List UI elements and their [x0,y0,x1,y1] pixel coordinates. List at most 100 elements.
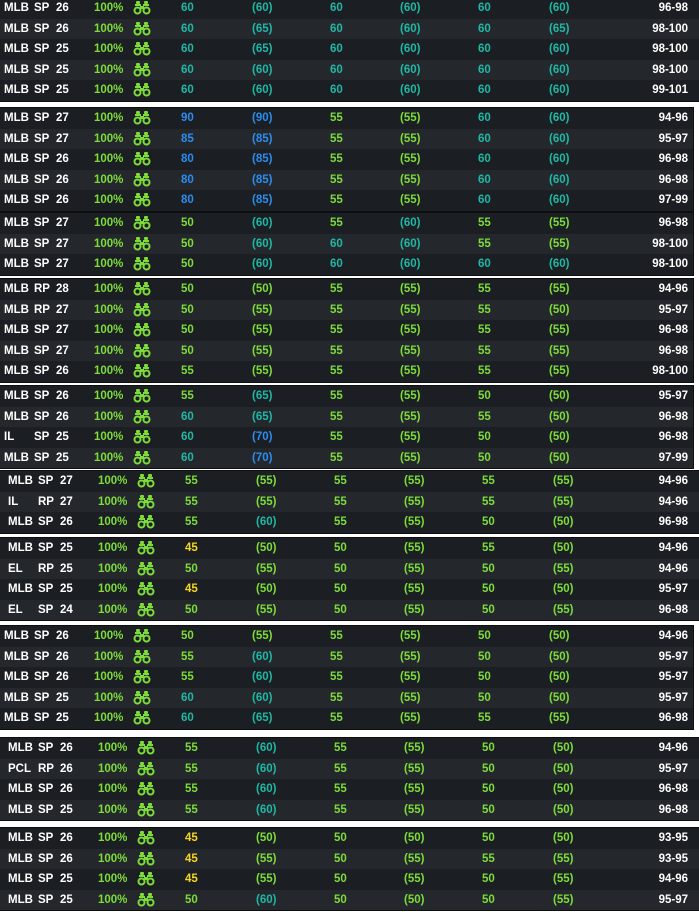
player-row[interactable]: MLB SP 25 100% 60 (70) 55 (55) 50 (50) 97-99 [0,447,693,468]
player-row[interactable]: MLB SP 26 100% 55 (60) 55 (55) 50 (50) 95-97 [0,646,693,667]
binoculars-icon[interactable] [133,131,151,146]
binoculars-icon[interactable] [133,690,151,705]
binoculars-icon[interactable] [133,430,151,444]
player-row[interactable]: MLB SP 25 100% 45 (50) 50 (55) 50 (50) 95-97 [0,579,699,600]
player-row[interactable]: MLB SP 26 100% 50 (55) 55 (55) 50 (50) 94-96 [0,626,693,647]
position-label: SP [34,410,50,423]
binoculars-icon[interactable] [133,282,151,296]
player-row[interactable]: MLB SP 27 100% 50 (55) 55 (55) 55 (55) 96-98 [0,320,693,341]
binoculars-icon[interactable] [137,892,155,907]
player-row[interactable]: PCL RP 26 100% 55 (60) 55 (55) 50 (50) 95-97 [0,758,699,779]
pitch-1-current: 55 [181,671,194,683]
player-row[interactable]: MLB SP 27 100% 50 (60) 60 (60) 55 (55) 98-100 [0,233,693,254]
pitch-1-current: 50 [185,562,198,575]
binoculars-icon[interactable] [137,761,155,776]
position-label: SP [34,691,50,704]
binoculars-icon[interactable] [137,541,155,555]
binoculars-icon[interactable] [133,364,151,378]
scout-accuracy: 100% [94,153,124,165]
player-row[interactable]: MLB SP 27 100% 50 (60) 60 (60) 60 (60) 98-100 [0,254,693,275]
binoculars-icon[interactable] [133,343,151,358]
player-row[interactable]: MLB SP 26 100% 45 (55) 50 (55) 55 (55) 93-95 [0,848,699,869]
binoculars-icon[interactable] [133,62,151,77]
player-row[interactable]: IL SP 25 100% 60 (70) 55 (55) 50 (50) 96-98 [0,427,693,448]
level-label: MLB [4,2,29,14]
pitch-2-future: (60) [400,2,421,14]
level-label: MLB [4,671,29,683]
player-row[interactable]: MLB SP 26 100% 55 (60) 55 (55) 50 (50) 94-96 [0,738,699,759]
binoculars-icon[interactable] [133,409,151,424]
pitch-3-future: (50) [549,650,570,663]
player-row[interactable]: MLB SP 26 100% 60 (65) 60 (60) 60 (65) 98-100 [0,18,699,39]
player-row[interactable]: MLB SP 25 100% 55 (60) 55 (55) 50 (50) 96-98 [0,799,699,820]
player-row[interactable]: MLB SP 25 100% 60 (65) 60 (60) 60 (60) 98-100 [0,39,699,60]
position-label: SP [38,742,54,754]
age-value: 26 [60,832,73,844]
player-row[interactable]: MLB SP 26 100% 80 (85) 55 (55) 60 (60) 96-98 [0,149,693,170]
player-row[interactable]: MLB SP 27 100% 90 (90) 55 (55) 60 (60) 94-96 [0,108,693,129]
player-row[interactable]: EL SP 24 100% 50 (55) 50 (55) 50 (55) 96-98 [0,599,699,620]
age-value: 26 [56,650,69,663]
binoculars-icon[interactable] [137,872,155,886]
player-row[interactable]: MLB SP 27 100% 55 (55) 55 (55) 55 (55) 94-96 [0,471,699,492]
binoculars-icon[interactable] [137,582,155,596]
binoculars-icon[interactable] [137,802,155,817]
player-row[interactable]: MLB RP 27 100% 50 (55) 55 (55) 55 (50) 95-97 [0,299,693,320]
binoculars-icon[interactable] [133,21,151,36]
binoculars-icon[interactable] [133,1,151,15]
binoculars-icon[interactable] [137,831,155,845]
binoculars-icon[interactable] [133,389,151,403]
pitch-1-current: 50 [181,324,194,336]
player-row[interactable]: MLB SP 26 100% 55 (60) 55 (55) 50 (50) 96-98 [0,512,699,533]
player-row[interactable]: MLB SP 26 100% 80 (85) 55 (55) 60 (60) 97-99 [0,190,693,211]
binoculars-icon[interactable] [133,172,151,187]
binoculars-icon[interactable] [133,629,151,643]
binoculars-icon[interactable] [137,741,155,755]
player-row[interactable]: MLB SP 25 100% 60 (60) 55 (55) 50 (50) 95-97 [0,687,693,708]
player-row[interactable]: MLB SP 26 100% 55 (65) 55 (55) 50 (50) 95-97 [0,386,693,407]
player-row[interactable]: MLB SP 26 100% 55 (60) 55 (55) 50 (50) 95-97 [0,667,693,688]
binoculars-icon[interactable] [137,851,155,866]
binoculars-icon[interactable] [133,193,151,207]
player-row[interactable]: MLB SP 26 100% 60 (60) 60 (60) 60 (60) 96-98 [0,0,699,19]
player-row[interactable]: MLB SP 26 100% 60 (65) 55 (55) 55 (50) 96-98 [0,406,693,427]
player-row[interactable]: MLB SP 25 100% 60 (60) 60 (60) 60 (60) 99-101 [0,80,699,101]
binoculars-icon[interactable] [133,257,151,271]
player-row[interactable]: MLB SP 27 100% 50 (60) 55 (60) 55 (55) 96-98 [0,213,693,234]
player-row[interactable]: MLB SP 26 100% 80 (85) 55 (55) 60 (60) 96-98 [0,169,693,190]
player-row[interactable]: MLB SP 27 100% 50 (55) 55 (55) 55 (55) 96-98 [0,340,693,361]
binoculars-icon[interactable] [137,515,155,529]
player-row[interactable]: MLB SP 26 100% 55 (55) 55 (55) 55 (55) 98-100 [0,361,693,382]
binoculars-icon[interactable] [133,236,151,251]
binoculars-icon[interactable] [137,494,155,509]
binoculars-icon[interactable] [133,83,151,97]
binoculars-icon[interactable] [133,152,151,166]
pitch-1-future: (70) [252,451,273,464]
binoculars-icon[interactable] [137,602,155,617]
pitch-1-future: (55) [252,344,273,357]
player-row[interactable]: IL RP 27 100% 55 (55) 55 (55) 55 (55) 94-96 [0,491,699,512]
binoculars-icon[interactable] [133,302,151,317]
binoculars-icon[interactable] [133,42,151,56]
binoculars-icon[interactable] [137,782,155,796]
binoculars-icon[interactable] [133,649,151,664]
binoculars-icon[interactable] [133,711,151,725]
player-row[interactable]: MLB SP 25 100% 60 (60) 60 (60) 60 (60) 98-100 [0,59,699,80]
player-row[interactable]: MLB SP 26 100% 55 (60) 55 (55) 50 (50) 96-98 [0,779,699,800]
binoculars-icon[interactable] [133,111,151,125]
player-row[interactable]: MLB SP 27 100% 85 (85) 55 (55) 60 (60) 95-97 [0,128,693,149]
player-row[interactable]: EL RP 25 100% 50 (55) 50 (55) 50 (55) 94-96 [0,558,699,579]
binoculars-icon[interactable] [133,216,151,230]
player-row[interactable]: MLB SP 26 100% 45 (50) 50 (50) 50 (50) 93-95 [0,828,699,849]
binoculars-icon[interactable] [137,474,155,488]
binoculars-icon[interactable] [133,450,151,465]
player-row[interactable]: MLB SP 25 100% 50 (60) 50 (50) 50 (55) 95-97 [0,889,699,910]
position-label: SP [34,258,50,270]
player-row[interactable]: MLB SP 25 100% 45 (50) 50 (55) 55 (50) 94-96 [0,538,699,559]
binoculars-icon[interactable] [133,323,151,337]
binoculars-icon[interactable] [133,670,151,684]
player-row[interactable]: MLB SP 25 100% 45 (55) 50 (55) 50 (55) 94-96 [0,869,699,890]
binoculars-icon[interactable] [137,561,155,576]
player-row[interactable]: MLB RP 28 100% 50 (50) 55 (55) 55 (55) 94-96 [0,279,693,300]
player-row[interactable]: MLB SP 25 100% 60 (65) 55 (55) 55 (55) 96-98 [0,708,693,729]
